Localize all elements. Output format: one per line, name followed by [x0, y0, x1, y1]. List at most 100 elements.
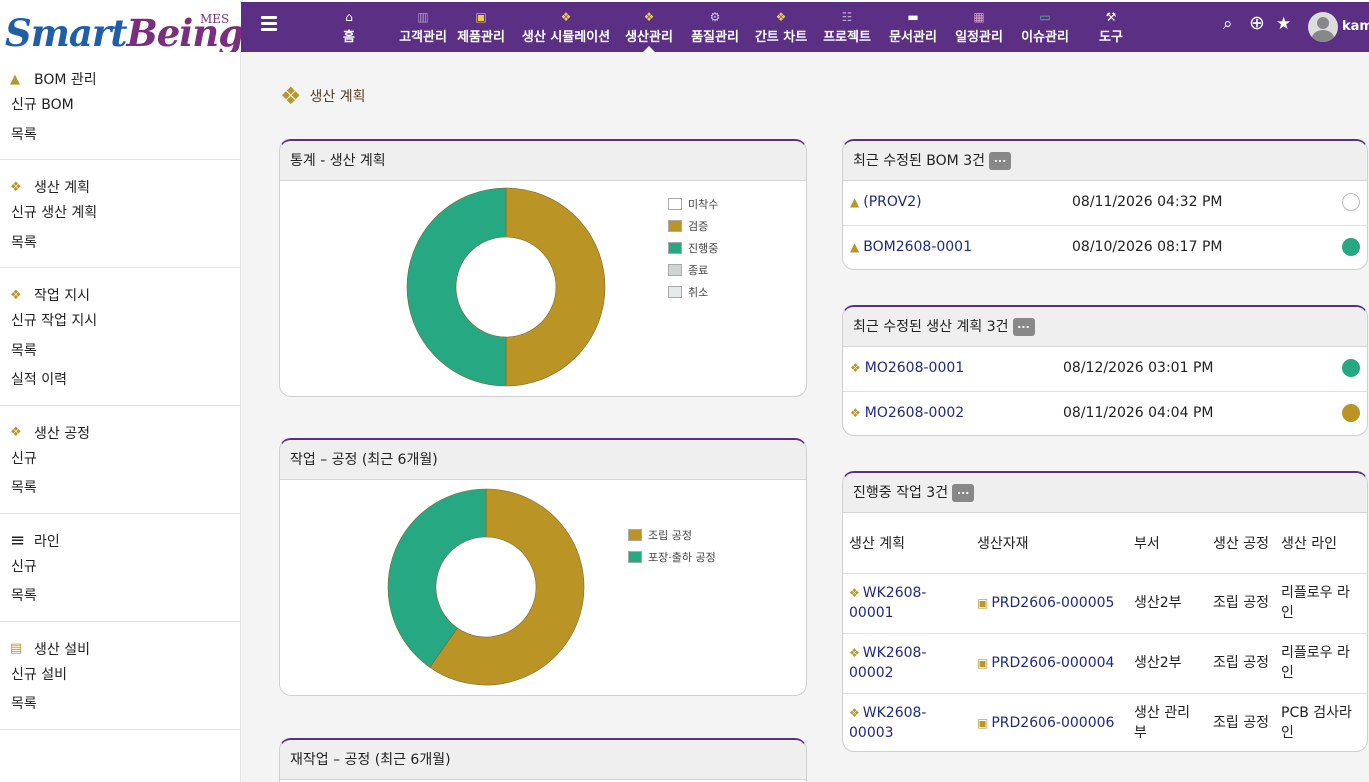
cell-process: 조립 공정: [1207, 573, 1275, 634]
sidebar-item[interactable]: 목록: [0, 689, 240, 719]
more-button[interactable]: ...: [952, 484, 975, 502]
donut-slice-검증[interactable]: [505, 187, 606, 387]
logo-mes: MES: [200, 12, 230, 26]
cell-plan[interactable]: ❖ WK2608-00002: [843, 633, 971, 694]
legend-label: 검증: [688, 220, 709, 233]
plan-link[interactable]: WK2608-00003: [849, 705, 926, 741]
sidebar-item[interactable]: 신규 생산 계획: [0, 198, 240, 228]
item-date: 08/11/2026 04:04 PM: [1063, 405, 1214, 421]
sidebar-section: ❖ 생산 공정 신규 목록: [0, 406, 240, 514]
legend-label: 조립 공정: [648, 529, 692, 542]
sidebar-item[interactable]: 목록: [0, 336, 240, 366]
material-link[interactable]: PRD2606-000006: [991, 715, 1114, 731]
cube-icon: ▣: [977, 596, 989, 610]
sidebar-item[interactable]: 신규 BOM: [0, 90, 240, 120]
cell-material[interactable]: ▣ PRD2606-000005: [971, 573, 1128, 634]
cubes-icon: ❖: [849, 706, 860, 720]
table-row: ❖ WK2608-00002 ▣ PRD2606-000004 생산2부 조립 공정 리플로…: [843, 633, 1367, 694]
legend-swatch: [668, 264, 682, 276]
donut-slice-진행중[interactable]: [406, 187, 507, 387]
column-header[interactable]: 생산 공정: [1207, 513, 1275, 574]
process-card: 작업 – 공정 (최근 6개월) 조립 공정 포장·출하 공정: [279, 438, 807, 696]
cell-material[interactable]: ▣ PRD2606-000006: [971, 693, 1128, 751]
top-bar: SmartBeing MES ⌂ 홈 ▥ 고객관리 ▣ 제품관리 ❖ 생산 시뮬레이션 ❖ 생산관…: [0, 0, 1369, 55]
column-header[interactable]: 부서: [1128, 513, 1207, 574]
plan-link[interactable]: WK2608-00002: [849, 645, 926, 681]
legend-swatch: [668, 286, 682, 298]
avatar[interactable]: [1308, 12, 1338, 42]
in-progress-title: 진행중 작업 3건...: [843, 473, 1367, 513]
cell-material[interactable]: ▣ PRD2606-000004: [971, 633, 1128, 694]
sidebar-section-label: BOM 관리: [34, 72, 97, 88]
user-name[interactable]: kame: [1342, 19, 1369, 34]
sidebar-item[interactable]: 신규 설비: [0, 660, 240, 690]
list-item: ▲ (PROV2) 08/11/2026 04:32 PM: [843, 181, 1367, 226]
material-link[interactable]: PRD2606-000004: [991, 655, 1114, 671]
sidebar-section-title[interactable]: ❖ 생산 공정: [0, 422, 240, 444]
legend-swatch: [668, 242, 682, 254]
star-icon[interactable]: ★: [1276, 14, 1291, 34]
more-button[interactable]: ...: [989, 152, 1011, 170]
legend-swatch: [628, 529, 642, 541]
sidebar-section-title[interactable]: ▤ 생산 설비: [0, 638, 240, 660]
cell-dept: 생산 관리부: [1128, 693, 1207, 751]
cell-plan[interactable]: ❖ WK2608-00001: [843, 573, 971, 634]
column-header[interactable]: 생산자재: [971, 513, 1128, 574]
sidebar-section-label: 생산 계획: [34, 180, 90, 196]
cubes-icon: ❖: [10, 425, 22, 440]
sidebar-section-title[interactable]: ❖ 생산 계획: [0, 176, 240, 198]
sidebar-section-title[interactable]: ≡ 라인: [0, 530, 240, 552]
cell-line: 리플로우 라인: [1275, 633, 1367, 694]
status-legend: 미착수 검증 진행중 종료 취소: [668, 193, 718, 303]
sidebar-item[interactable]: 실적 이력: [0, 365, 240, 395]
table-row: ❖ WK2608-00003 ▣ PRD2606-000006 생산 관리부 조립 공정 P…: [843, 693, 1367, 751]
in-progress-card: 진행중 작업 3건... 생산 계획 생산자재 부서 생산 공정 생산 라인 ❖ WK26…: [842, 471, 1368, 752]
sidebar-section-title[interactable]: ▲ BOM 관리: [0, 68, 240, 90]
legend-item: 조립 공정: [628, 524, 716, 546]
add-circle-icon[interactable]: ⊕: [1249, 12, 1265, 34]
sidebar-item[interactable]: 목록: [0, 581, 240, 611]
cell-plan[interactable]: ❖ WK2608-00003: [843, 693, 971, 751]
nav-item-11[interactable]: ⚒ 도구: [1061, 2, 1161, 52]
sidebar-item[interactable]: 신규 작업 지시: [0, 306, 240, 336]
sidebar-section-label: 생산 설비: [34, 641, 90, 658]
menu-toggle-icon[interactable]: [261, 16, 277, 32]
legend-item: 미착수: [668, 193, 718, 215]
cubes-icon: ❖: [10, 287, 22, 303]
item-link[interactable]: ▲ BOM2608-0001: [850, 239, 972, 255]
status-dot: [1342, 404, 1360, 422]
item-link[interactable]: ❖ MO2608-0001: [850, 360, 964, 376]
plan-link[interactable]: WK2608-00001: [849, 585, 926, 621]
cubes-icon: ❖: [849, 586, 860, 600]
column-header[interactable]: 생산 라인: [1275, 513, 1367, 574]
process-legend: 조립 공정 포장·출하 공정: [628, 524, 716, 568]
logo[interactable]: SmartBeing MES: [0, 0, 244, 55]
sidebar-item[interactable]: 신규: [0, 444, 240, 474]
item-link[interactable]: ▲ (PROV2): [850, 194, 922, 210]
logo-text-smart: Smart: [5, 11, 127, 55]
cell-line: PCB 검사라인: [1275, 693, 1367, 751]
cell-line: 리플로우 라인: [1275, 573, 1367, 634]
sidebar-item[interactable]: 목록: [0, 228, 240, 258]
material-link[interactable]: PRD2606-000005: [991, 595, 1114, 611]
item-date: 08/10/2026 08:17 PM: [1072, 239, 1223, 255]
item-link[interactable]: ❖ MO2608-0002: [850, 405, 964, 421]
cubes-icon: ❖: [850, 406, 861, 420]
stats-card-title: 통계 - 생산 계획: [280, 141, 806, 181]
more-button[interactable]: ...: [1012, 318, 1035, 336]
table-row: ❖ WK2608-00001 ▣ PRD2606-000005 생산2부 조립 공정 리플로…: [843, 573, 1367, 634]
status-dot: [1342, 359, 1360, 377]
sidebar: ▲ BOM 관리 신규 BOM 목록 ❖ 생산 계획 신규 생산 계획 목록 ❖ 작업 지시 신규 …: [0, 52, 241, 782]
search-icon[interactable]: ⌕: [1223, 14, 1233, 34]
sidebar-section: ≡ 라인 신규 목록: [0, 514, 240, 622]
legend-item: 종료: [668, 259, 718, 281]
tools-icon: ⚒: [1105, 10, 1117, 24]
sidebar-item[interactable]: 목록: [0, 120, 240, 150]
column-header[interactable]: 생산 계획: [843, 513, 971, 574]
legend-label: 취소: [688, 286, 709, 299]
sidebar-item[interactable]: 목록: [0, 473, 240, 503]
in-progress-table: 생산 계획 생산자재 부서 생산 공정 생산 라인 ❖ WK2608-00001 ▣ PRD2…: [843, 513, 1367, 751]
stats-card: 통계 - 생산 계획 미착수 검증 진행중 종료 취소: [279, 139, 807, 397]
sidebar-section-title[interactable]: ❖ 작업 지시: [0, 284, 240, 306]
sidebar-item[interactable]: 신규: [0, 552, 240, 582]
